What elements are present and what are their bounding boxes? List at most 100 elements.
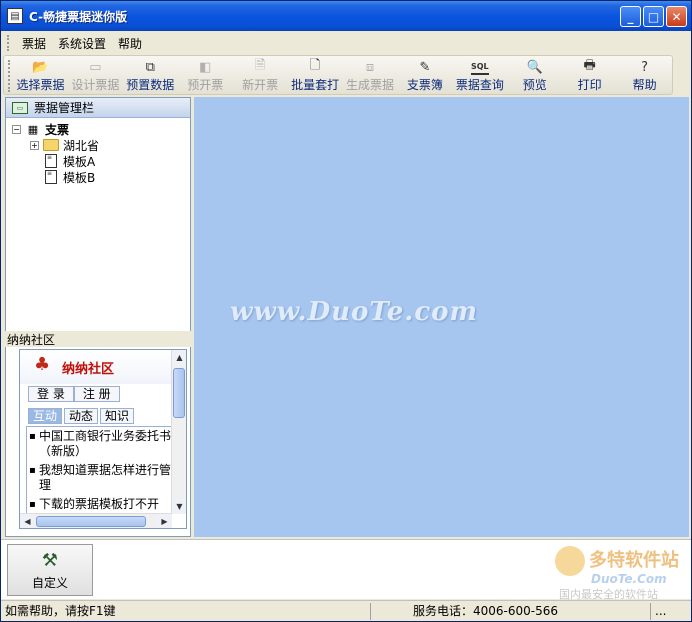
bill-query-label: 票据查询 xyxy=(455,78,504,92)
scroll-left-icon[interactable]: ◀ xyxy=(20,513,35,528)
status-phone: 服务电话：4006-600-566 xyxy=(371,602,651,620)
tab-news[interactable]: 动态 xyxy=(64,408,99,424)
news-link[interactable]: 我想知道票据怎样进行管理 xyxy=(39,463,179,493)
generate-icon: ⧈ xyxy=(365,59,375,75)
toolbar: 📂 选择票据 ▭ 设计票据 ⧉ 预置数据 ◧ 预开票 🗎 新开票 🗋 批量套打 … xyxy=(3,55,673,95)
tab-knowledge[interactable]: 知识 xyxy=(100,408,135,424)
collapse-icon[interactable]: − xyxy=(12,124,21,134)
tree-item-label: 模板B xyxy=(63,170,96,185)
help-button[interactable]: ? 帮助 xyxy=(617,56,672,94)
batch-print-label: 批量套打 xyxy=(291,78,340,92)
custom-tool-icon: ⚒ xyxy=(41,550,59,571)
pre-invoice-icon: ◧ xyxy=(199,59,212,75)
folder-icon xyxy=(43,138,59,152)
register-button[interactable]: 注 册 xyxy=(73,386,120,402)
site-logo: 多特软件站 DuoTe.Com 国内最安全的软件站 xyxy=(555,546,685,601)
tree-root[interactable]: − ▦ 支票 xyxy=(12,121,190,137)
panel-icon: ▭ xyxy=(12,101,28,114)
app-window: ▤ C-畅捷票据迷你版 _ □ ✕ 票据 系统设置 帮助 📂 选择票据 ▭ 设计… xyxy=(0,0,692,622)
tab-interaction[interactable]: 互动 xyxy=(28,408,63,424)
preset-data-icon: ⧉ xyxy=(145,59,155,75)
preview-button[interactable]: 🔍 预览 xyxy=(507,56,562,94)
help-label: 帮助 xyxy=(632,78,657,92)
community-widget: ♣ 纳纳社区 登 录 注 册 互动 动态 知识 ▪ 中国工商银行业务委托书（新版… xyxy=(19,349,187,529)
help-icon: ? xyxy=(641,59,649,75)
menu-item-bills[interactable]: 票据 xyxy=(16,35,52,52)
list-item[interactable]: ▪ 我想知道票据怎样进行管理 xyxy=(29,463,179,493)
title-bar[interactable]: ▤ C-畅捷票据迷你版 _ □ ✕ xyxy=(1,1,691,31)
logo-mascot-icon xyxy=(555,546,585,576)
app-icon: ▤ xyxy=(7,8,23,24)
batch-print-icon: 🗋 xyxy=(309,58,321,73)
preview-label: 预览 xyxy=(522,78,547,92)
status-extra: ... xyxy=(655,603,667,618)
tree-item-label: 湖北省 xyxy=(63,138,100,153)
news-link[interactable]: 中国工商银行业务委托书（新版） xyxy=(39,429,179,459)
community-tabs: 互动 动态 知识 xyxy=(20,408,186,426)
preview-icon: 🔍 xyxy=(526,59,543,75)
generate-bill-label: 生成票据 xyxy=(345,78,394,92)
preset-data-button[interactable]: ⧉ 预置数据 xyxy=(123,56,178,94)
bill-tree: − ▦ 支票 + 湖北省 ≡ 模板A ≡ 模板B xyxy=(6,118,190,185)
print-label: 打印 xyxy=(577,78,602,92)
watermark-text: www.DuoTe.com xyxy=(230,297,479,327)
window-controls: _ □ ✕ xyxy=(620,6,687,27)
menu-bar: 票据 系统设置 帮助 xyxy=(1,32,691,54)
menu-item-settings[interactable]: 系统设置 xyxy=(52,35,112,52)
login-button[interactable]: 登 录 xyxy=(28,386,74,402)
menu-grip-icon[interactable] xyxy=(7,35,10,51)
maximize-button[interactable]: □ xyxy=(643,6,664,27)
select-bill-label: 选择票据 xyxy=(16,78,65,92)
tree-root-label: 支票 xyxy=(45,122,70,137)
checkbook-icon: ✎ xyxy=(419,59,431,75)
horizontal-scrollbar[interactable]: ◀ ▶ xyxy=(20,513,172,528)
design-bill-button[interactable]: ▭ 设计票据 xyxy=(68,56,123,94)
bullet-icon: ▪ xyxy=(29,431,36,442)
preset-data-label: 预置数据 xyxy=(126,78,175,92)
scroll-down-icon[interactable]: ▼ xyxy=(172,499,186,514)
tree-item-province[interactable]: + 湖北省 xyxy=(12,137,190,153)
document-icon: ≡ xyxy=(43,170,59,184)
community-section-label: 纳纳社区 xyxy=(5,331,191,347)
community-header: ♣ 纳纳社区 xyxy=(20,350,186,384)
tree-item-template-a[interactable]: ≡ 模板A xyxy=(12,153,190,169)
custom-label: 自定义 xyxy=(31,575,68,590)
menu-item-help[interactable]: 帮助 xyxy=(112,35,148,52)
vertical-scrollbar[interactable]: ▲ ▼ xyxy=(171,350,186,514)
custom-button[interactable]: ⚒ 自定义 xyxy=(7,544,93,596)
bill-query-button[interactable]: SQL 票据查询 xyxy=(452,56,507,94)
expand-icon[interactable]: + xyxy=(30,140,39,150)
scroll-up-icon[interactable]: ▲ xyxy=(172,350,186,365)
close-button[interactable]: ✕ xyxy=(666,6,687,27)
h-scroll-thumb[interactable] xyxy=(36,516,146,527)
bullet-icon: ▪ xyxy=(29,499,36,510)
community-title: 纳纳社区 xyxy=(62,361,115,377)
select-bill-button[interactable]: 📂 选择票据 xyxy=(13,56,68,94)
bottom-strip: ⚒ 自定义 多特软件站 DuoTe.Com 国内最安全的软件站 xyxy=(1,539,691,601)
scroll-right-icon[interactable]: ▶ xyxy=(157,513,172,528)
status-help-hint: 如需帮助，请按F1键 xyxy=(1,602,371,620)
window-title: C-畅捷票据迷你版 xyxy=(29,9,128,24)
bullet-icon: ▪ xyxy=(29,465,36,476)
tree-item-template-b[interactable]: ≡ 模板B xyxy=(12,169,190,185)
minimize-button[interactable]: _ xyxy=(620,6,641,27)
news-link[interactable]: 下载的票据模板打不开 xyxy=(39,497,159,512)
open-folder-icon: 📂 xyxy=(32,59,49,75)
design-icon: ▭ xyxy=(89,59,102,75)
document-icon: ≡ xyxy=(43,154,59,168)
pre-invoice-button[interactable]: ◧ 预开票 xyxy=(178,56,233,94)
checkbook-tree-icon: ▦ xyxy=(27,122,39,136)
printer-icon: 🖶 xyxy=(583,58,596,73)
main-workspace[interactable]: www.DuoTe.com xyxy=(194,97,689,537)
print-button[interactable]: 🖶 打印 xyxy=(562,56,617,94)
generate-bill-button[interactable]: ⧈ 生成票据 xyxy=(343,56,398,94)
checkbook-button[interactable]: ✎ 支票簿 xyxy=(397,56,452,94)
toolbar-grip-icon[interactable] xyxy=(8,60,11,92)
list-item[interactable]: ▪ 下载的票据模板打不开 xyxy=(29,497,179,512)
batch-print-button[interactable]: 🗋 批量套打 xyxy=(288,56,343,94)
status-bar: 如需帮助，请按F1键 服务电话：4006-600-566 ... xyxy=(1,600,691,621)
design-bill-label: 设计票据 xyxy=(71,78,120,92)
list-item[interactable]: ▪ 中国工商银行业务委托书（新版） xyxy=(29,429,179,459)
new-invoice-button[interactable]: 🗎 新开票 xyxy=(233,56,288,94)
scroll-thumb[interactable] xyxy=(173,368,185,418)
